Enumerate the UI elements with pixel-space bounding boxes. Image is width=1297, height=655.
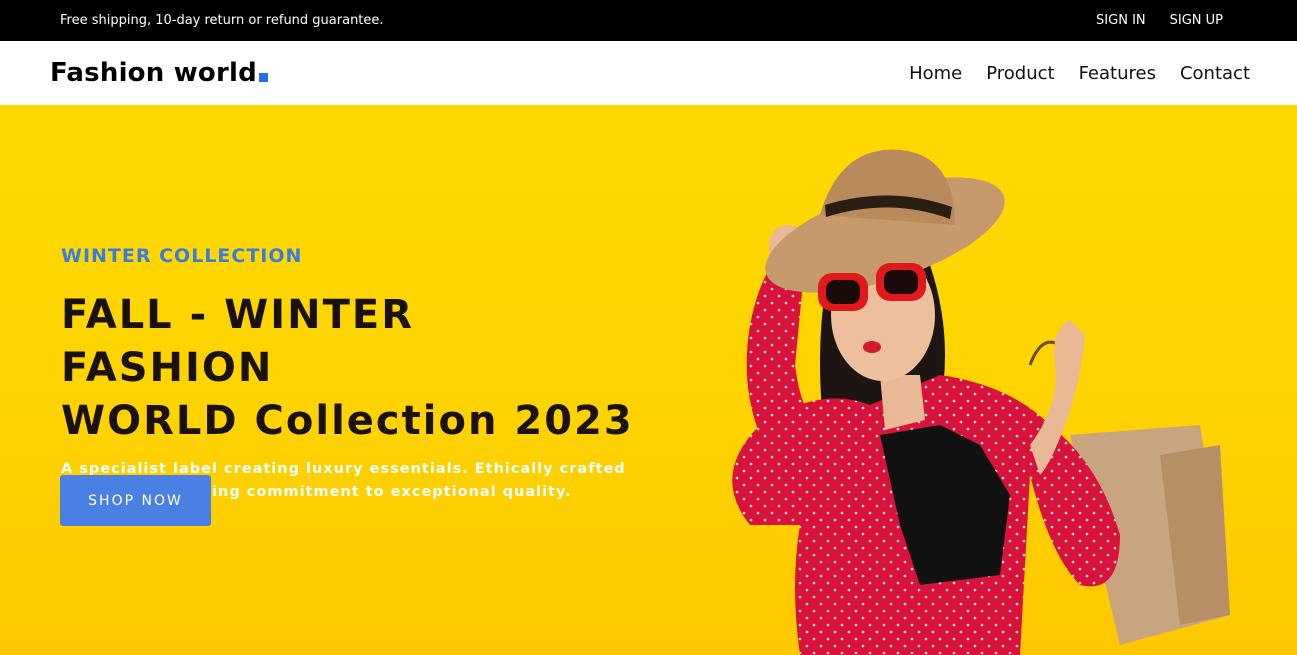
promo-text: Free shipping, 10-day return or refund g… — [60, 13, 384, 28]
nav-features[interactable]: Features — [1079, 63, 1156, 84]
hero-copy: WINTER COLLECTION FALL - WINTER FASHION … — [61, 245, 641, 504]
sign-up-link[interactable]: SIGN UP — [1170, 13, 1223, 28]
headline-line-1: FALL - WINTER FASHION — [61, 292, 415, 391]
nav-product[interactable]: Product — [986, 63, 1054, 84]
hero-eyebrow: WINTER COLLECTION — [61, 245, 303, 267]
site-logo[interactable]: Fashion world — [50, 58, 268, 88]
hero-model-image — [732, 149, 1230, 655]
main-header: Fashion world Home Product Features Cont… — [0, 41, 1297, 105]
logo-text: Fashion world — [50, 58, 257, 88]
headline-line-2: WORLD Collection 2023 — [61, 398, 634, 444]
nav-contact[interactable]: Contact — [1180, 63, 1250, 84]
auth-links: SIGN IN SIGN UP — [1096, 13, 1223, 28]
sign-in-link[interactable]: SIGN IN — [1096, 13, 1146, 28]
hero-headline: FALL - WINTER FASHION WORLD Collection 2… — [61, 289, 641, 448]
nav-home[interactable]: Home — [909, 63, 962, 84]
top-announcement-bar: Free shipping, 10-day return or refund g… — [0, 0, 1297, 41]
hero-banner: WINTER COLLECTION FALL - WINTER FASHION … — [0, 105, 1297, 655]
shop-now-button[interactable]: SHOP NOW — [60, 475, 211, 526]
main-nav: Home Product Features Contact — [909, 63, 1250, 84]
logo-dot — [258, 73, 268, 82]
